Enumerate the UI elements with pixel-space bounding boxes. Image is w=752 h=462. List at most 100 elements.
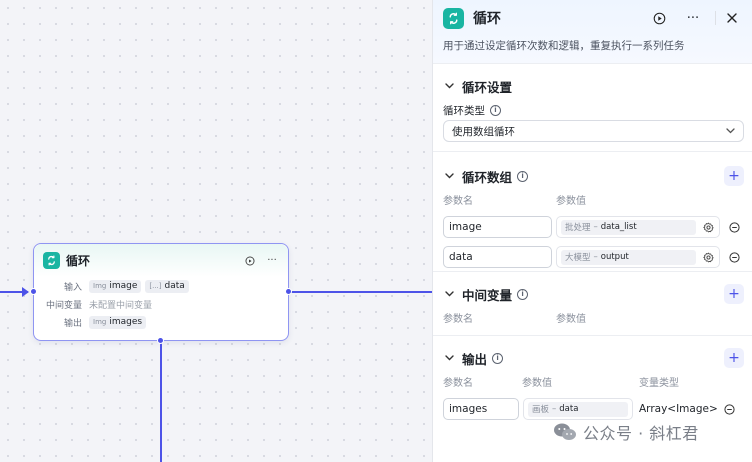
output-port[interactable] [285, 288, 292, 295]
loop-type-select[interactable]: 使用数组循环 [443, 120, 744, 142]
section-header[interactable]: 循环设置 [443, 71, 744, 101]
info-icon[interactable]: i [492, 352, 504, 364]
info-icon[interactable]: i [517, 288, 529, 300]
output-column-headers: 参数名 参数值 变量类型 [443, 373, 744, 389]
ref-source: 批处理 [565, 223, 591, 233]
close-icon[interactable] [722, 8, 742, 28]
section-header[interactable]: 循环数组 i + [443, 161, 744, 191]
col-param-name: 参数名 [443, 377, 473, 389]
gear-icon[interactable] [701, 250, 715, 264]
ref-variable: data [559, 404, 579, 414]
array-param-row: image 批处理 – data_list [443, 212, 744, 242]
mid-vars-column-headers: 参数名 参数值 [443, 309, 744, 325]
variable-ref-chip: 大模型 – output [561, 249, 696, 265]
loop-node-header: 循环 ··· [34, 244, 288, 277]
section-mid-vars: 中间变量 i + 参数名 参数值 [433, 272, 752, 336]
panel-title: 循环 [473, 11, 501, 27]
section-header[interactable]: 中间变量 i + [443, 279, 744, 309]
edge-arrow-icon [22, 287, 29, 297]
col-param-name: 参数名 [443, 313, 473, 325]
loop-type-value: 使用数组循环 [452, 125, 515, 138]
ref-separator: – [593, 222, 598, 232]
col-param-value: 参数值 [522, 377, 552, 389]
workflow-canvas[interactable]: 循环 ··· 输入 Img image [...] data 中间变量 未配置中间变… [0, 0, 432, 462]
node-mid-label: 中间变量 [45, 300, 82, 311]
image-type-icon: Img [93, 282, 107, 290]
header-divider [715, 11, 716, 25]
param-name-input[interactable]: data [443, 246, 552, 268]
node-output-row: 输出 Img images [34, 313, 288, 331]
image-type-icon: Img [93, 318, 107, 326]
watermark-text: 公众号 · 斜杠君 [583, 424, 699, 443]
input-port[interactable] [30, 288, 37, 295]
col-var-type: 变量类型 [639, 377, 679, 389]
output-type-value: Array<Image> [639, 403, 718, 415]
loop-icon [43, 252, 60, 269]
col-param-value: 参数值 [556, 195, 586, 207]
node-input-chip: Img image [89, 279, 142, 293]
more-icon[interactable]: ··· [265, 254, 279, 268]
node-input-chip: [...] data [145, 279, 189, 293]
variable-ref-chip: 画板 – data [528, 401, 628, 417]
section-loop-settings: 循环设置 循环类型 i 使用数组循环 [433, 64, 752, 152]
node-config-panel: 循环 ··· 用于通过设定循环次数和逻辑，重复执行一系列任务 循环设置 循环类型… [432, 0, 752, 462]
outgoing-edge [290, 291, 432, 293]
add-output-button[interactable]: + [724, 348, 744, 368]
chevron-down-icon[interactable] [443, 288, 455, 300]
run-icon[interactable] [243, 254, 257, 268]
run-icon[interactable] [649, 8, 669, 28]
loop-body-port[interactable] [157, 337, 164, 344]
section-loop-array: 循环数组 i + 参数名 参数值 image 批处理 – data_list dat [433, 152, 752, 272]
add-mid-var-button[interactable]: + [724, 284, 744, 304]
ref-variable: output [600, 252, 629, 262]
array-param-row: data 大模型 – output [443, 242, 744, 272]
node-mid-value: 未配置中间变量 [89, 300, 153, 311]
chip-name: image [109, 281, 138, 291]
info-icon[interactable]: i [490, 104, 501, 116]
loop-node-title: 循环 [66, 254, 91, 268]
loop-type-label: 循环类型 [443, 104, 485, 117]
remove-param-button[interactable] [727, 250, 741, 264]
col-param-value: 参数值 [556, 313, 586, 325]
chevron-down-icon[interactable] [443, 80, 455, 92]
param-value-field[interactable]: 大模型 – output [556, 246, 720, 268]
param-name-input[interactable]: image [443, 216, 552, 238]
loop-type-label-row: 循环类型 i [443, 101, 744, 119]
ref-separator: – [552, 404, 557, 414]
panel-header: 循环 ··· 用于通过设定循环次数和逻辑，重复执行一系列任务 [433, 0, 752, 64]
output-value-field[interactable]: 画板 – data [523, 398, 633, 420]
node-output-chip: Img images [89, 315, 147, 329]
info-icon[interactable]: i [517, 170, 529, 182]
node-mid-row: 中间变量 未配置中间变量 [34, 295, 288, 313]
variable-ref-chip: 批处理 – data_list [561, 219, 696, 235]
node-input-row: 输入 Img image [...] data [34, 277, 288, 295]
chevron-down-icon[interactable] [443, 352, 455, 364]
watermark: 公众号 · 斜杠君 [553, 419, 699, 445]
section-header[interactable]: 输出 i + [443, 343, 744, 373]
chevron-down-icon [726, 125, 735, 137]
panel-description: 用于通过设定循环次数和逻辑，重复执行一系列任务 [443, 40, 685, 52]
node-output-label: 输出 [63, 318, 82, 329]
gear-icon[interactable] [701, 220, 715, 234]
chip-name: data [164, 281, 185, 291]
ref-source: 画板 [532, 405, 550, 415]
section-title: 循环数组 [462, 169, 513, 185]
section-title: 循环设置 [462, 79, 513, 95]
param-value-field[interactable]: 批处理 – data_list [556, 216, 720, 238]
array-type-icon: [...] [149, 282, 162, 290]
ref-variable: data_list [600, 222, 637, 232]
ref-separator: – [593, 252, 598, 262]
remove-output-button[interactable] [722, 402, 736, 416]
loop-body-edge [160, 342, 162, 462]
array-column-headers: 参数名 参数值 [443, 191, 744, 207]
loop-node[interactable]: 循环 ··· 输入 Img image [...] data 中间变量 未配置中间变… [30, 243, 292, 344]
remove-param-button[interactable] [727, 220, 741, 234]
add-array-param-button[interactable]: + [724, 166, 744, 186]
section-title: 中间变量 [462, 287, 513, 303]
col-param-name: 参数名 [443, 195, 473, 207]
section-title: 输出 [462, 351, 488, 367]
output-name-input[interactable]: images [443, 398, 519, 420]
more-icon[interactable]: ··· [683, 8, 703, 28]
node-input-label: 输入 [63, 282, 82, 293]
chevron-down-icon[interactable] [443, 170, 455, 182]
